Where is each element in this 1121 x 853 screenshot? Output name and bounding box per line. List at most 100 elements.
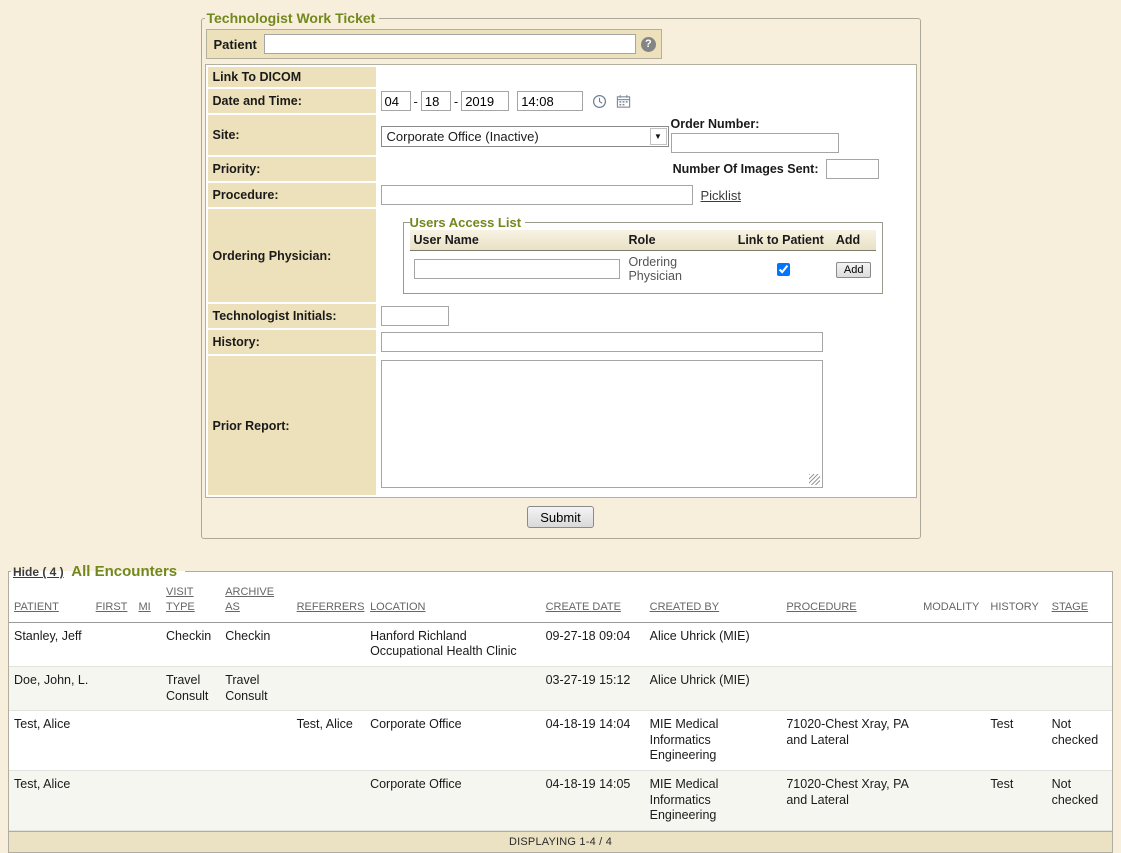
patient-input[interactable] bbox=[264, 34, 636, 54]
encounter-row[interactable]: Doe, John, L.Travel ConsultTravel Consul… bbox=[9, 666, 1112, 710]
prior-report-textarea[interactable] bbox=[381, 360, 823, 488]
cell-stage bbox=[1047, 666, 1112, 710]
ordering-physician-label: Ordering Physician: bbox=[208, 209, 376, 302]
date-year-input[interactable] bbox=[461, 91, 509, 111]
column-header-label[interactable]: STAGE bbox=[1052, 601, 1088, 613]
column-header-procedure: PROCEDURE bbox=[781, 580, 918, 622]
role-value: Ordering Physician bbox=[624, 251, 733, 286]
site-selected-value: Corporate Office (Inactive) bbox=[382, 129, 649, 144]
cell-modality bbox=[918, 622, 985, 666]
procedure-input[interactable] bbox=[381, 185, 693, 205]
cell-create_date: 04-18-19 14:04 bbox=[541, 711, 645, 771]
help-icon[interactable]: ? bbox=[641, 37, 656, 52]
column-header-history: HISTORY bbox=[985, 580, 1046, 622]
images-sent-input[interactable] bbox=[826, 159, 879, 179]
cell-referrers: Test, Alice bbox=[292, 711, 365, 771]
column-header-label[interactable]: LOCATION bbox=[370, 601, 425, 613]
cell-archive_as: Checkin bbox=[220, 622, 291, 666]
priority-row: Priority: Number Of Images Sent: bbox=[208, 157, 914, 181]
encounter-row[interactable]: Test, AliceTest, AliceCorporate Office04… bbox=[9, 711, 1112, 771]
column-header-label[interactable]: FIRST bbox=[96, 601, 128, 613]
add-user-button[interactable]: Add bbox=[836, 262, 872, 278]
cell-create_date: 09-27-18 09:04 bbox=[541, 622, 645, 666]
cell-modality bbox=[918, 711, 985, 771]
users-access-table: User Name Role Link to Patient Add Order… bbox=[410, 230, 876, 285]
column-header-mi: MI bbox=[133, 580, 161, 622]
column-header-label[interactable]: PATIENT bbox=[14, 601, 59, 613]
column-header-user-name: User Name bbox=[410, 230, 625, 251]
column-header-label[interactable]: VISIT TYPE bbox=[166, 586, 195, 613]
link-to-patient-checkbox[interactable] bbox=[777, 263, 790, 276]
history-input[interactable] bbox=[381, 332, 823, 352]
picklist-link[interactable]: Picklist bbox=[701, 188, 741, 203]
cell-modality bbox=[918, 771, 985, 831]
cell-stage bbox=[1047, 622, 1112, 666]
column-header-label[interactable]: REFERRERS bbox=[297, 601, 365, 613]
column-header-patient: PATIENT bbox=[9, 580, 91, 622]
encounter-row[interactable]: Stanley, JeffCheckinCheckinHanford Richl… bbox=[9, 622, 1112, 666]
history-row: History: bbox=[208, 330, 914, 354]
cell-archive_as bbox=[220, 771, 291, 831]
users-access-row: Ordering Physician Add bbox=[410, 251, 876, 286]
date-day-input[interactable] bbox=[421, 91, 451, 111]
date-separator: - bbox=[414, 94, 418, 109]
dicom-section-row: Link To DICOM bbox=[208, 67, 914, 87]
cell-procedure bbox=[781, 666, 918, 710]
cell-mi bbox=[133, 711, 161, 771]
column-header-label[interactable]: ARCHIVE AS bbox=[225, 586, 274, 613]
column-header-location: LOCATION bbox=[365, 580, 541, 622]
dicom-section-label: Link To DICOM bbox=[208, 67, 376, 87]
hide-encounters-link[interactable]: Hide ( 4 ) bbox=[13, 565, 64, 579]
cell-created_by: MIE Medical Informatics Engineering bbox=[645, 771, 782, 831]
date-time-label: Date and Time: bbox=[208, 89, 376, 113]
site-label: Site: bbox=[208, 115, 376, 155]
column-header-label[interactable]: CREATE DATE bbox=[546, 601, 621, 613]
prior-report-label: Prior Report: bbox=[208, 356, 376, 495]
column-header-create_date: CREATE DATE bbox=[541, 580, 645, 622]
order-number-label: Order Number: bbox=[671, 117, 839, 131]
patient-label: Patient bbox=[212, 37, 259, 52]
column-header-referrers: REFERRERS bbox=[292, 580, 365, 622]
patient-row: Patient ? bbox=[206, 29, 662, 59]
clock-icon[interactable] bbox=[592, 94, 607, 109]
encounters-header: Hide ( 4 ) All Encounters bbox=[11, 563, 185, 580]
cell-visit_type: Checkin bbox=[161, 622, 220, 666]
column-header-label[interactable]: CREATED BY bbox=[650, 601, 719, 613]
column-header-link-to-patient: Link to Patient bbox=[734, 230, 832, 251]
encounter-row[interactable]: Test, Alice Corporate Office04-18-19 14:0… bbox=[9, 771, 1112, 831]
column-header-add: Add bbox=[832, 230, 876, 251]
column-header-label[interactable]: PROCEDURE bbox=[786, 601, 856, 613]
tech-initials-label: Technologist Initials: bbox=[208, 304, 376, 328]
cell-visit_type bbox=[161, 771, 220, 831]
tech-initials-row: Technologist Initials: bbox=[208, 304, 914, 328]
encounters-title: All Encounters bbox=[71, 563, 177, 580]
images-sent-label: Number Of Images Sent: bbox=[673, 162, 819, 176]
cell-location: Corporate Office bbox=[365, 771, 541, 831]
date-month-input[interactable] bbox=[381, 91, 411, 111]
submit-button[interactable]: Submit bbox=[527, 506, 593, 528]
order-number-input[interactable] bbox=[671, 133, 839, 153]
work-ticket-title: Technologist Work Ticket bbox=[205, 10, 380, 26]
cell-patient: Doe, John, L. bbox=[9, 666, 91, 710]
column-header-archive_as: ARCHIVE AS bbox=[220, 580, 291, 622]
time-input[interactable] bbox=[517, 91, 583, 111]
calendar-icon[interactable] bbox=[616, 94, 631, 109]
cell-procedure bbox=[781, 622, 918, 666]
cell-archive_as: Travel Consult bbox=[220, 666, 291, 710]
users-access-header-row: User Name Role Link to Patient Add bbox=[410, 230, 876, 251]
user-name-input[interactable] bbox=[414, 259, 620, 279]
cell-first bbox=[91, 711, 134, 771]
tech-initials-input[interactable] bbox=[381, 306, 449, 326]
cell-history bbox=[985, 666, 1046, 710]
history-label: History: bbox=[208, 330, 376, 354]
cell-create_date: 04-18-19 14:05 bbox=[541, 771, 645, 831]
cell-mi bbox=[133, 771, 161, 831]
site-select[interactable]: Corporate Office (Inactive) ▼ bbox=[381, 126, 669, 147]
cell-created_by: Alice Uhrick (MIE) bbox=[645, 666, 782, 710]
column-header-visit_type: VISIT TYPE bbox=[161, 580, 220, 622]
work-ticket-panel: Technologist Work Ticket Patient ? Link … bbox=[201, 10, 921, 539]
cell-mi bbox=[133, 666, 161, 710]
cell-patient: Test, Alice bbox=[9, 771, 91, 831]
submit-row: Submit bbox=[205, 506, 917, 528]
column-header-label[interactable]: MI bbox=[138, 601, 150, 613]
